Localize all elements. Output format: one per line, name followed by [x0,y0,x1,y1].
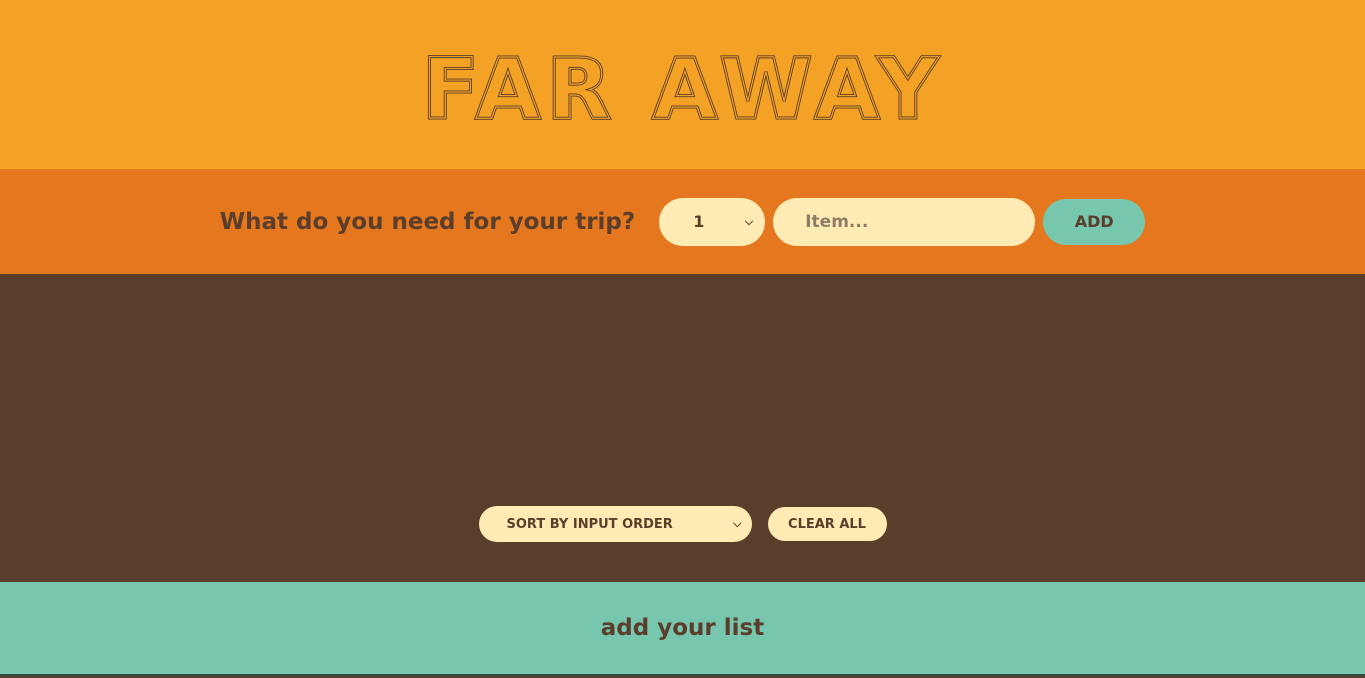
app-title-inner: FAR AWAY [421,40,944,138]
add-button[interactable]: ADD [1043,198,1146,245]
clear-all-button[interactable]: CLEAR ALL [767,507,887,541]
packing-list: SORT BY INPUT ORDER ⌵ CLEAR ALL [0,274,1365,582]
add-item-form: What do you need for your trip? 1 ⌵ ADD [0,169,1365,274]
form-question: What do you need for your trip? [219,208,636,235]
list-actions: SORT BY INPUT ORDER ⌵ CLEAR ALL [478,506,887,542]
app-logo: FAR AWAY FAR AWAY [420,38,940,139]
sort-select[interactable]: SORT BY INPUT ORDER ⌵ [478,506,752,542]
app-header: FAR AWAY FAR AWAY [0,0,1365,169]
item-input[interactable] [773,197,1036,246]
stats-footer: add your list [0,582,1365,676]
stats-text: add your list [600,615,765,641]
chevron-down-icon: ⌵ [744,214,754,228]
quantity-value: 1 [693,212,705,231]
sort-value: SORT BY INPUT ORDER [506,516,673,532]
quantity-select[interactable]: 1 ⌵ [659,197,766,246]
chevron-down-icon: ⌵ [733,517,742,530]
